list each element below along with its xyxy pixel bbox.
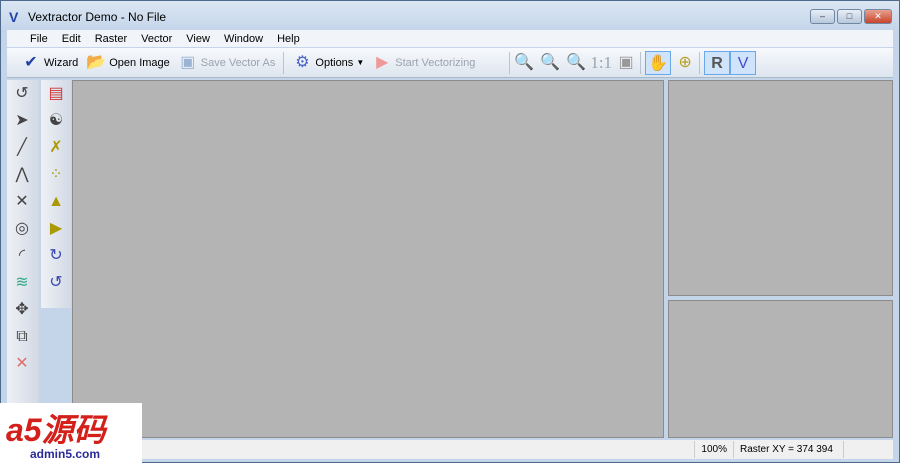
undo-icon[interactable]: ↺ [7,80,37,107]
preview-panel-top[interactable] [668,80,893,296]
menu-help[interactable]: Help [270,33,307,45]
app-window: V Vextractor Demo - No File – □ ✕ File E… [0,0,900,463]
separator [699,51,701,74]
start-vectorizing-label: Start Vectorizing [395,56,476,69]
hand-pan-icon[interactable]: ✋ [645,50,672,75]
separator [283,51,285,74]
rotate-cw-90-icon[interactable]: ↻ [41,242,71,269]
separator [640,51,642,74]
crosshair-icon[interactable]: ⊕ [675,53,695,73]
open-image-button[interactable]: 📂 Open Image [82,50,174,76]
watermark-url: admin5.com [30,447,101,461]
main-toolbar: ✔ Wizard 📂 Open Image ▣ Save Vector As ⚙ Opt… [7,48,893,78]
despeckle-icon[interactable]: ⁘ [41,161,71,188]
wizard-button[interactable]: ✔ Wizard [17,50,82,76]
polyline-icon[interactable]: ⋀ [7,161,37,188]
zoom-in-icon[interactable]: 🔍 [514,53,534,73]
erase-line-icon[interactable]: ✗ [41,134,71,161]
watermark-logo-text: a5源码 [6,412,106,448]
zoom-out-icon[interactable]: 🔍 [540,53,560,73]
close-button[interactable]: ✕ [864,9,892,24]
app-logo-icon: V [9,9,19,25]
fit-window-icon[interactable]: ▣ [616,53,636,73]
save-vector-label: Save Vector As [200,56,276,69]
open-image-label: Open Image [109,56,170,69]
wizard-label: Wizard [44,56,79,69]
menu-view[interactable]: View [179,33,217,45]
circle-icon[interactable]: ◎ [7,215,37,242]
raster-tools-toolbar: ▤ ☯ ✗ ⁘ ▲ ▶ ↻ ↺ [41,80,71,308]
rotate-ccw-90-icon[interactable]: ↺ [41,269,71,296]
minimize-button[interactable]: – [810,9,835,24]
raster-coordinates: Raster XY = 374 394 [733,441,843,458]
separator [509,51,511,74]
options-button[interactable]: ⚙ Options ▼ [288,50,368,76]
menu-vector[interactable]: Vector [134,33,179,45]
arc-icon[interactable]: ◜ [7,242,37,269]
bezier-icon[interactable]: ✕ [7,188,37,215]
window-title: Vextractor Demo - No File [28,10,167,24]
menu-window[interactable]: Window [217,33,270,45]
start-vectorizing-button[interactable]: ▶ Start Vectorizing [368,50,479,76]
chevron-down-icon: ▼ [356,58,365,67]
move-icon[interactable]: ✥ [7,296,37,323]
maximize-button[interactable]: □ [837,9,862,24]
zoom-selection-icon[interactable]: 🔍 [566,53,586,73]
options-label: Options [315,56,354,69]
menu-edit[interactable]: Edit [55,33,88,45]
color-palette-icon[interactable]: ▤ [41,80,71,107]
watermark-logo: a5源码 admin5.com [0,403,142,463]
delete-icon[interactable]: ✕ [7,350,37,377]
yin-yang-icon[interactable]: ☯ [41,107,71,134]
save-vector-as-button[interactable]: ▣ Save Vector As [174,50,280,76]
copy-transform-icon[interactable]: ⧉ [7,323,37,350]
raster-view-icon[interactable]: R [704,50,731,75]
flip-vertical-icon[interactable]: ▲ [41,188,71,215]
menu-raster[interactable]: Raster [88,33,134,45]
drawing-tools-toolbar: ↺ ➤ ╱ ⋀ ✕ ◎ ◜ ≋ ✥ ⧉ ✕ [7,80,39,439]
flip-horizontal-icon[interactable]: ▶ [41,215,71,242]
menu-file[interactable]: File [23,33,55,45]
raster-canvas[interactable] [72,80,664,438]
play-icon: ▶ [376,53,389,71]
status-pane [843,441,893,458]
select-arrow-icon[interactable]: ➤ [7,107,37,134]
folder-icon: 📂 [86,53,107,71]
vector-view-icon[interactable]: V [730,50,757,75]
zoom-1-1-button[interactable]: 1:1 [586,50,616,76]
parallel-lines-icon[interactable]: ≋ [7,269,37,296]
wizard-icon: ✔ [24,53,38,71]
save-icon: ▣ [180,53,196,71]
gear-icon: ⚙ [295,53,310,71]
title-bar: V Vextractor Demo - No File [9,8,166,26]
zoom-level: 100% [694,441,733,458]
line-icon[interactable]: ╱ [7,134,37,161]
preview-panel-bottom[interactable] [668,300,893,438]
menu-bar: File Edit Raster Vector View Window Help [7,30,893,47]
